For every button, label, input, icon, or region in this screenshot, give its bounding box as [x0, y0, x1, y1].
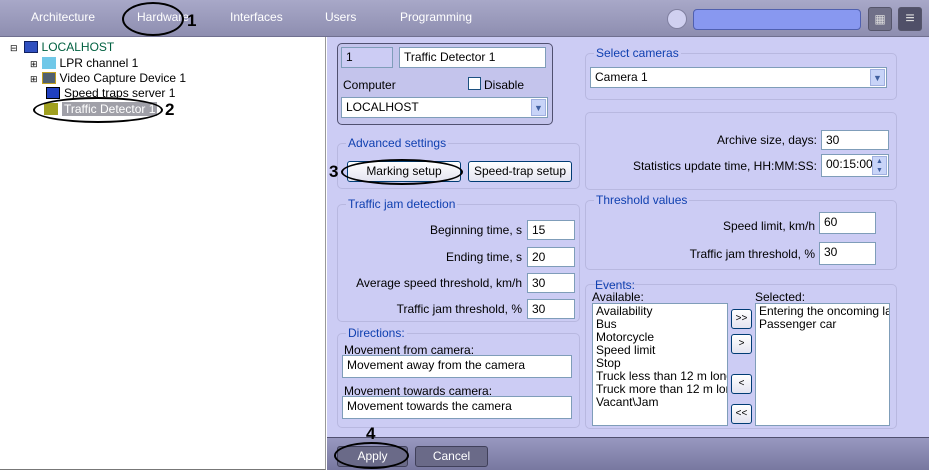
camera-value: Camera 1 [595, 70, 648, 84]
annotation-number: 2 [165, 100, 175, 119]
archive-size-input[interactable]: 30 [821, 130, 889, 150]
annotation-ellipse [33, 97, 163, 123]
group-title: Directions: [346, 326, 407, 340]
group-title: Traffic jam detection [346, 197, 458, 211]
jam-threshold-input[interactable]: 30 [527, 299, 575, 319]
add-all-button[interactable]: >> [731, 309, 752, 329]
group-title: Threshold values [594, 193, 690, 207]
ending-time-label: Ending time, s [445, 250, 522, 264]
layout-grid-icon[interactable]: ▦ [868, 7, 892, 31]
tab-interfaces[interactable]: Interfaces [230, 10, 283, 24]
add-button[interactable]: > [731, 334, 752, 354]
available-list[interactable]: Availability Bus Motorcycle Speed limit … [592, 303, 728, 426]
tab-users[interactable]: Users [325, 10, 356, 24]
group-title: Select cameras [594, 46, 681, 60]
speed-limit-label: Speed limit, km/h [722, 219, 815, 233]
remove-button[interactable]: < [731, 374, 752, 394]
beginning-time-input[interactable]: 15 [527, 220, 575, 240]
stats-update-spinner[interactable]: 00:15:00 ▲ ▼ [821, 154, 889, 177]
annotation-number: 3 [329, 162, 339, 181]
list-item[interactable]: Vacant\Jam [596, 396, 724, 409]
expand-icon[interactable]: ⊞ [30, 74, 38, 84]
chevron-down-icon[interactable]: ▼ [531, 99, 546, 116]
disable-label: Disable [484, 78, 525, 92]
selected-label: Selected: [755, 290, 806, 304]
selected-list[interactable]: Entering the oncoming lane Passenger car [755, 303, 890, 426]
menu-icon[interactable]: ≡ [898, 7, 922, 31]
annotation-number: 1 [187, 11, 197, 30]
id-field[interactable]: 1 [341, 47, 393, 68]
settings-panel: 1 Traffic Detector 1 Computer Disable LO… [327, 37, 929, 437]
lpr-icon [41, 57, 56, 69]
annotation-number: 4 [366, 424, 376, 443]
group-title: Advanced settings [346, 136, 449, 150]
towards-camera-input[interactable]: Movement towards the camera [342, 396, 572, 419]
board-icon [41, 72, 56, 84]
computer-select[interactable]: LOCALHOST ▼ [341, 97, 548, 118]
tree-item-label: Video Capture Device 1 [59, 71, 187, 85]
beginning-time-label: Beginning time, s [429, 223, 522, 237]
stats-update-label: Statistics update time, HH:MM:SS: [632, 159, 817, 173]
threshold-jam-input[interactable]: 30 [819, 242, 876, 265]
name-field[interactable]: Traffic Detector 1 [399, 47, 546, 68]
expand-icon[interactable]: ⊞ [30, 59, 38, 69]
server-icon [46, 87, 60, 99]
archive-group [585, 112, 897, 190]
cancel-button[interactable]: Cancel [415, 446, 488, 467]
annotation-ellipse [122, 2, 184, 36]
tree-item-label: LPR channel 1 [59, 56, 139, 70]
tab-programming[interactable]: Programming [400, 10, 472, 24]
jam-threshold-label: Traffic jam threshold, % [396, 302, 522, 316]
stats-update-value: 00:15:00 [826, 157, 873, 171]
collapse-icon[interactable]: ⊟ [10, 43, 18, 53]
tree-item-lpr[interactable]: ⊞ LPR channel 1 [30, 56, 138, 70]
speed-trap-setup-button[interactable]: Speed-trap setup [468, 161, 572, 182]
computer-value: LOCALHOST [346, 100, 419, 114]
annotation-ellipse [334, 442, 409, 469]
computer-label: Computer [343, 78, 396, 92]
tree-item-video-capture[interactable]: ⊞ Video Capture Device 1 [30, 71, 186, 85]
search-input[interactable] [693, 9, 861, 30]
avg-speed-label: Average speed threshold, km/h [356, 276, 522, 290]
tree-root[interactable]: ⊟ LOCALHOST [10, 40, 114, 54]
settings-hex-icon[interactable] [667, 9, 687, 29]
computer-icon [23, 41, 38, 53]
speed-limit-input[interactable]: 60 [819, 212, 876, 234]
list-item[interactable]: Passenger car [759, 318, 886, 331]
annotation-ellipse [341, 159, 463, 185]
bottom-bar: Apply Cancel [327, 437, 929, 470]
remove-all-button[interactable]: << [731, 404, 752, 424]
ending-time-input[interactable]: 20 [527, 247, 575, 267]
disable-checkbox[interactable] [468, 77, 481, 90]
available-label: Available: [592, 290, 644, 304]
threshold-jam-label: Traffic jam threshold, % [689, 247, 815, 261]
tree-root-label: LOCALHOST [41, 40, 115, 54]
spinner-arrows-icon[interactable]: ▲ ▼ [872, 156, 887, 175]
camera-select[interactable]: Camera 1 ▼ [590, 67, 887, 88]
chevron-down-icon[interactable]: ▼ [870, 69, 885, 86]
avg-speed-input[interactable]: 30 [527, 273, 575, 293]
archive-size-label: Archive size, days: [716, 133, 817, 147]
from-camera-input[interactable]: Movement away from the camera [342, 355, 572, 378]
tab-architecture[interactable]: Architecture [31, 10, 95, 24]
